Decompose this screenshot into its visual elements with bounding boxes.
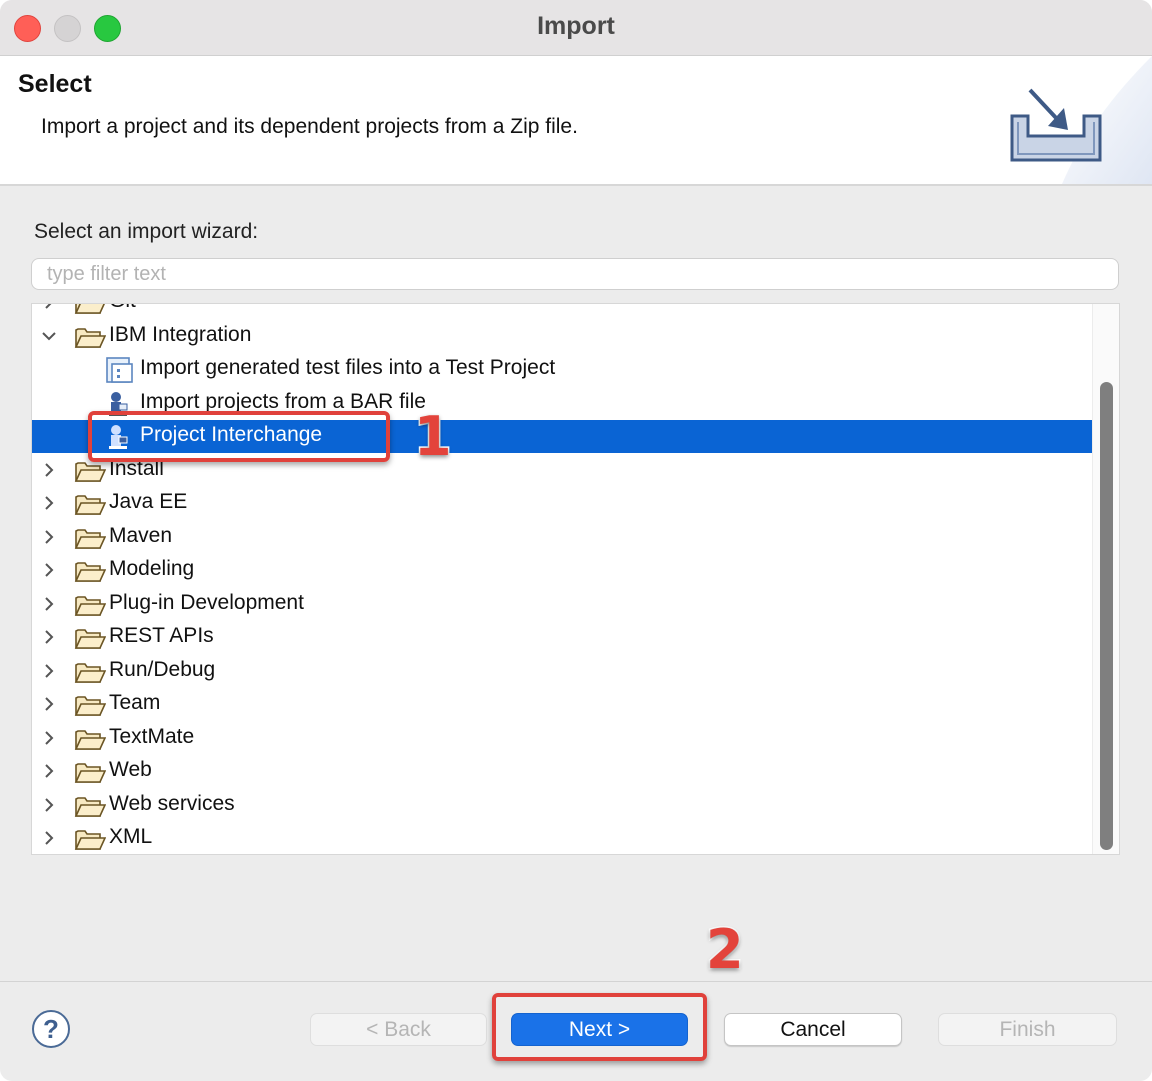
import-banner-icon	[1010, 56, 1152, 184]
chevron-right-icon[interactable]	[40, 795, 58, 815]
chevron-right-icon[interactable]	[40, 493, 58, 513]
tree-item-label: Git	[109, 304, 136, 313]
folder-icon	[74, 696, 106, 716]
tree-item-team[interactable]: Team	[32, 688, 1092, 721]
page-title: Select	[18, 70, 92, 98]
chevron-right-icon[interactable]	[40, 560, 58, 580]
chevron-right-icon[interactable]	[40, 303, 58, 312]
tree-item-label: Web services	[109, 792, 235, 815]
folder-icon	[74, 663, 106, 683]
tree-item-web[interactable]: Web	[32, 755, 1092, 788]
tree-item-plugin-development[interactable]: Plug-in Development	[32, 588, 1092, 621]
callout-box-step-1	[88, 411, 390, 462]
folder-icon	[74, 730, 106, 750]
tree-item-label: Web	[109, 758, 152, 781]
tree-scrollbar[interactable]	[1092, 304, 1119, 854]
scrollbar-thumb[interactable]	[1100, 382, 1113, 850]
folder-icon	[74, 529, 106, 549]
folder-icon	[74, 629, 106, 649]
tree-item-java-ee[interactable]: Java EE	[32, 487, 1092, 520]
import-dialog: Import Select Import a project and its d…	[0, 0, 1152, 1081]
chevron-right-icon[interactable]	[40, 661, 58, 681]
folder-icon	[74, 830, 106, 850]
chevron-right-icon[interactable]	[40, 828, 58, 848]
tree-item-label: Plug-in Development	[109, 591, 304, 614]
chevron-down-icon[interactable]	[40, 326, 58, 346]
chevron-right-icon[interactable]	[40, 594, 58, 614]
tree-item-textmate[interactable]: TextMate	[32, 722, 1092, 755]
back-button[interactable]: < Back	[310, 1013, 487, 1046]
tree-item-xml[interactable]: XML	[32, 822, 1092, 854]
tree-item-label: IBM Integration	[109, 323, 252, 346]
button-bar-divider	[0, 981, 1152, 982]
window-title: Import	[537, 12, 615, 40]
chevron-right-icon[interactable]	[40, 728, 58, 748]
test-files-icon	[106, 357, 133, 383]
folder-icon	[74, 763, 106, 783]
tree-item-rest-apis[interactable]: REST APIs	[32, 621, 1092, 654]
tree-item-label: Run/Debug	[109, 658, 216, 681]
tree-item-label: Maven	[109, 524, 173, 547]
tree-item-label: Java EE	[109, 490, 188, 513]
cancel-button[interactable]: Cancel	[724, 1013, 902, 1046]
chevron-right-icon[interactable]	[40, 527, 58, 547]
tree-item-run-debug[interactable]: Run/Debug	[32, 655, 1092, 688]
finish-button[interactable]: Finish	[938, 1013, 1117, 1046]
tree-item-ibm-integration[interactable]: IBM Integration	[32, 320, 1092, 353]
folder-icon	[74, 495, 106, 515]
chevron-right-icon[interactable]	[40, 627, 58, 647]
tree-item-label: Team	[109, 691, 161, 714]
tree-item-label: REST APIs	[109, 624, 214, 647]
folder-icon	[74, 797, 106, 817]
folder-icon	[74, 562, 106, 582]
filter-input[interactable]	[31, 258, 1119, 290]
step-number-1: 1	[413, 404, 454, 470]
tree-item-git[interactable]: Git	[32, 303, 1092, 319]
help-button[interactable]: ?	[32, 1010, 70, 1048]
wizard-tree: Git IBM Integration Import generated tes…	[31, 303, 1120, 855]
title-bar: Import	[0, 0, 1152, 56]
chevron-right-icon[interactable]	[40, 761, 58, 781]
tree-item-import-test-files[interactable]: Import generated test files into a Test …	[32, 353, 1092, 386]
tree-item-maven[interactable]: Maven	[32, 521, 1092, 554]
page-description: Import a project and its dependent proje…	[41, 115, 578, 138]
chevron-right-icon[interactable]	[40, 460, 58, 480]
wizard-prompt: Select an import wizard:	[34, 220, 259, 243]
tree-item-label: TextMate	[109, 725, 195, 748]
folder-icon	[74, 304, 105, 314]
tree-item-label: Import generated test files into a Test …	[140, 356, 556, 379]
folder-icon	[74, 596, 106, 616]
step-number-2: 2	[705, 917, 746, 983]
callout-box-step-2	[492, 993, 707, 1061]
tree-item-modeling[interactable]: Modeling	[32, 554, 1092, 587]
wizard-header: Select Import a project and its dependen…	[0, 56, 1152, 186]
tree-item-label: Modeling	[109, 557, 195, 580]
tree-item-web-services[interactable]: Web services	[32, 789, 1092, 822]
tree-item-label: XML	[109, 825, 153, 848]
folder-open-icon	[74, 328, 106, 348]
chevron-right-icon[interactable]	[40, 694, 58, 714]
